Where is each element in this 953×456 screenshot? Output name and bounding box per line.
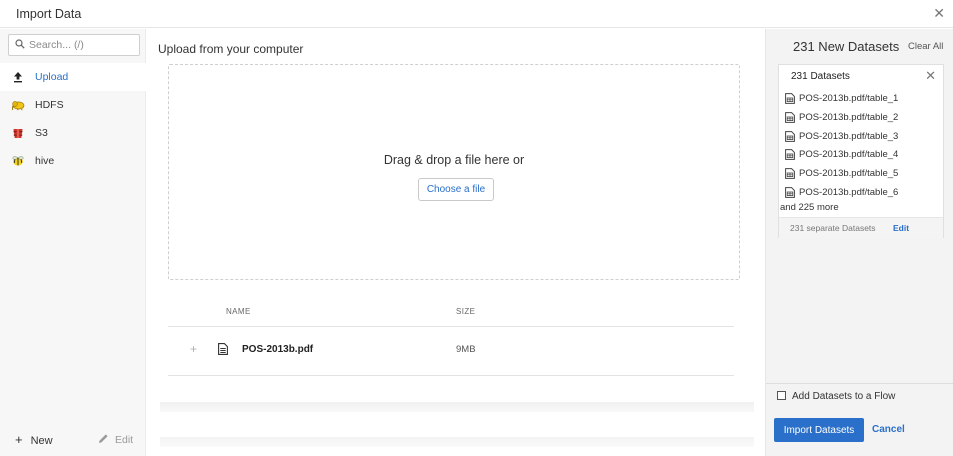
table-file-icon bbox=[785, 187, 795, 198]
edit-sources-button[interactable]: Edit bbox=[98, 433, 133, 446]
sidebar-footer: + New Edit bbox=[0, 427, 146, 455]
list-item: POS-2013b.pdf/table_6 bbox=[785, 184, 941, 203]
sidebar-item-upload[interactable]: Upload bbox=[0, 63, 146, 91]
choose-file-button[interactable]: Choose a file bbox=[418, 178, 494, 201]
separate-datasets-text: 231 separate Datasets bbox=[790, 223, 876, 233]
dataset-name: POS-2013b.pdf/table_1 bbox=[799, 93, 899, 104]
column-header-size: SIZE bbox=[456, 307, 476, 316]
sidebar-item-label: HDFS bbox=[35, 99, 64, 111]
sidebar-item-hive[interactable]: hive bbox=[0, 147, 146, 175]
new-source-button[interactable]: + New bbox=[15, 432, 53, 447]
search-input[interactable] bbox=[29, 38, 135, 52]
datasets-card-title: 231 Datasets bbox=[791, 71, 850, 82]
clear-all-button[interactable]: Clear All bbox=[908, 41, 943, 52]
window-title: Import Data bbox=[16, 7, 82, 21]
file-name: POS-2013b.pdf bbox=[242, 344, 314, 355]
datasets-card: 231 Datasets ✕ POS-2013b.pdf/table_1 POS… bbox=[778, 64, 944, 238]
page-title: Upload from your computer bbox=[158, 42, 304, 56]
edit-label: Edit bbox=[115, 434, 134, 446]
s3-bucket-icon bbox=[13, 129, 23, 138]
close-icon[interactable]: ✕ bbox=[933, 6, 945, 20]
hive-bee-icon bbox=[12, 156, 24, 166]
datasets-panel: 231 New Datasets Clear All 231 Datasets … bbox=[765, 29, 953, 456]
table-file-icon bbox=[785, 168, 795, 180]
hdfs-elephant-icon bbox=[11, 101, 25, 111]
table-file-icon bbox=[785, 111, 795, 123]
list-fade bbox=[160, 437, 754, 447]
table-file-icon bbox=[785, 130, 795, 142]
table-file-icon bbox=[785, 93, 795, 104]
file-size: 9MB bbox=[456, 344, 476, 355]
edit-datasets-link[interactable]: Edit bbox=[893, 223, 909, 233]
source-sidebar: Upload HDFS S3 bbox=[0, 29, 146, 456]
dataset-name: POS-2013b.pdf/table_3 bbox=[799, 130, 899, 142]
cancel-button[interactable]: Cancel bbox=[872, 424, 905, 435]
list-item: POS-2013b.pdf/table_1 bbox=[785, 90, 941, 109]
pencil-icon bbox=[99, 434, 108, 443]
new-label: New bbox=[30, 435, 53, 447]
list-item: POS-2013b.pdf/table_2 bbox=[785, 109, 941, 128]
panel-divider bbox=[766, 383, 953, 384]
expand-row-icon[interactable]: + bbox=[190, 342, 197, 356]
plus-icon: + bbox=[15, 432, 23, 447]
dataset-name: POS-2013b.pdf/table_4 bbox=[799, 149, 899, 161]
dataset-list: POS-2013b.pdf/table_1 POS-2013b.pdf/tabl… bbox=[785, 90, 941, 203]
add-to-flow-label: Add Datasets to a Flow bbox=[792, 391, 896, 402]
import-datasets-button[interactable]: Import Datasets bbox=[774, 418, 864, 442]
new-datasets-title: 231 New Datasets bbox=[793, 39, 900, 54]
sidebar-item-s3[interactable]: S3 bbox=[0, 119, 146, 147]
upload-icon bbox=[14, 72, 22, 83]
file-dropzone[interactable]: Drag & drop a file here or Choose a file bbox=[168, 64, 740, 280]
dataset-name: POS-2013b.pdf/table_5 bbox=[799, 168, 899, 180]
search-icon bbox=[15, 39, 25, 49]
dataset-name: POS-2013b.pdf/table_2 bbox=[799, 111, 899, 123]
sidebar-item-label: hive bbox=[35, 155, 55, 167]
file-icon bbox=[218, 343, 228, 355]
sidebar-item-label: S3 bbox=[35, 127, 48, 139]
list-item: POS-2013b.pdf/table_4 bbox=[785, 146, 941, 165]
datasets-card-footer: 231 separate Datasets Edit bbox=[779, 217, 943, 238]
checkbox-box[interactable] bbox=[777, 391, 786, 400]
list-fade bbox=[160, 402, 754, 412]
table-row: + POS-2013b.pdf 9MB bbox=[168, 327, 734, 375]
add-to-flow-checkbox[interactable]: Add Datasets to a Flow bbox=[777, 391, 895, 402]
sidebar-item-label: Upload bbox=[35, 71, 69, 83]
list-item: POS-2013b.pdf/table_3 bbox=[785, 128, 941, 147]
dropzone-text: Drag & drop a file here or bbox=[383, 153, 525, 167]
source-list: Upload HDFS S3 hive bbox=[0, 63, 146, 175]
window-titlebar: Import Data ✕ bbox=[0, 0, 953, 28]
table-file-icon bbox=[785, 149, 795, 161]
list-item: POS-2013b.pdf/table_5 bbox=[785, 165, 941, 184]
search-box[interactable] bbox=[8, 34, 140, 56]
table-row-divider bbox=[168, 375, 734, 376]
column-header-name: NAME bbox=[226, 307, 251, 316]
dataset-name: POS-2013b.pdf/table_6 bbox=[799, 186, 899, 198]
sidebar-item-hdfs[interactable]: HDFS bbox=[0, 91, 146, 119]
close-icon[interactable]: ✕ bbox=[925, 69, 936, 82]
more-datasets-text: and 225 more bbox=[780, 202, 839, 213]
